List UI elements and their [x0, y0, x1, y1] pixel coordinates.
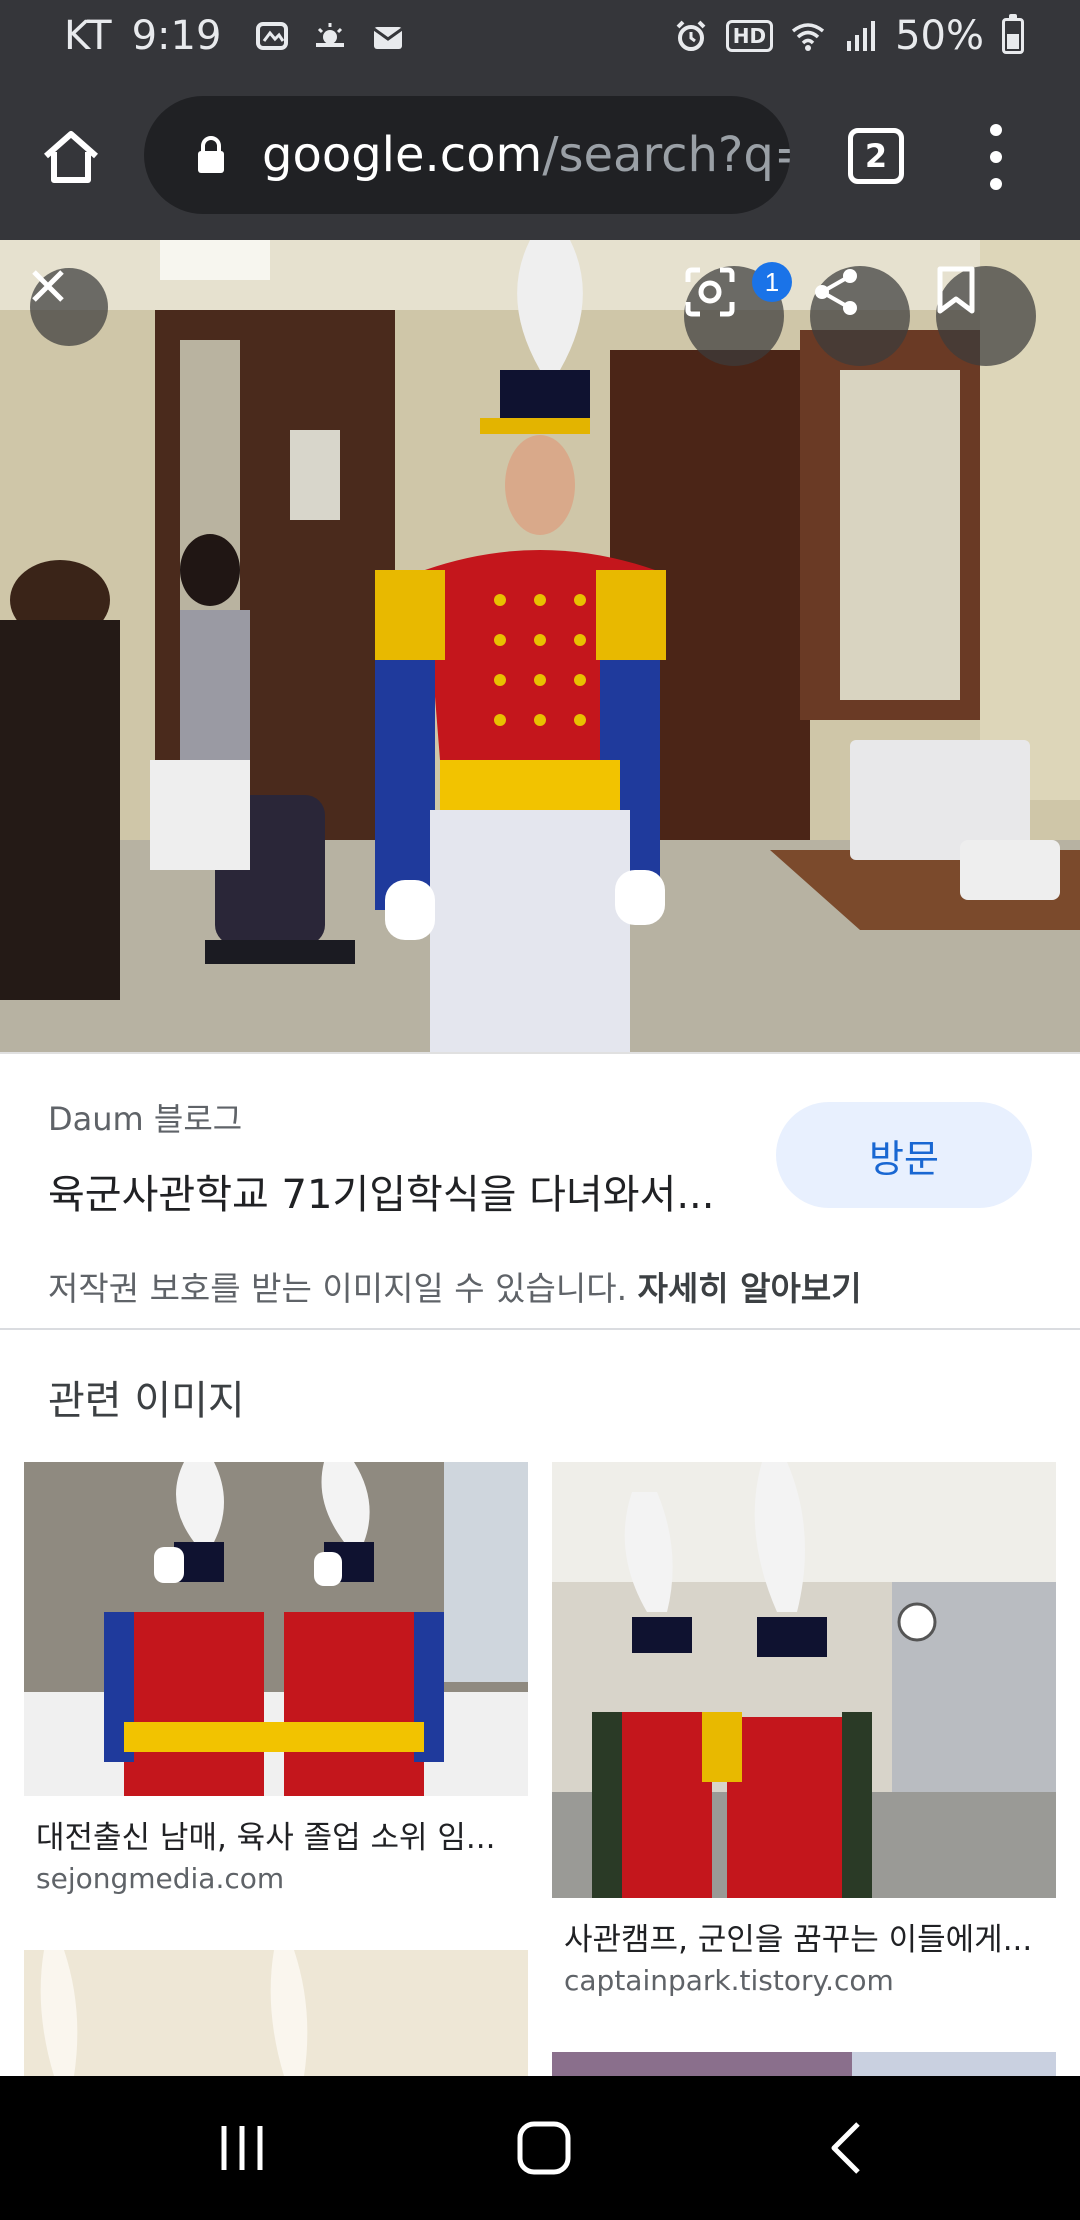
- url-host: google.com: [262, 127, 543, 183]
- result-title[interactable]: 육군사관학교 71기입학식을 다녀와서...: [48, 1162, 738, 1220]
- related-domain-1: sejongmedia.com: [36, 1862, 285, 1895]
- copyright-text: 저작권 보호를 받는 이미지일 수 있습니다.: [48, 1269, 628, 1308]
- share-icon[interactable]: [810, 266, 910, 366]
- browser-toolbar: google.com/search?q= 2: [0, 72, 1080, 240]
- hd-icon: HD: [725, 20, 774, 52]
- related-domain-2: captainpark.tistory.com: [564, 1964, 894, 1997]
- result-info: Daum 블로그 육군사관학교 71기입학식을 다녀와서... 방문 저작권 보…: [0, 1052, 1080, 1330]
- wifi-icon: [792, 23, 825, 51]
- section-divider: [0, 1328, 1080, 1330]
- preview-image[interactable]: 1: [0, 240, 1080, 1052]
- tabs-icon[interactable]: 2: [848, 128, 904, 184]
- home-nav-icon[interactable]: [508, 2112, 580, 2184]
- carrier-label: KT: [64, 13, 112, 59]
- alarm-icon: [676, 20, 706, 51]
- status-left: KT 9:19: [64, 13, 405, 59]
- battery-fill: [1007, 34, 1019, 49]
- mail-icon: [373, 27, 404, 49]
- status-bar: KT 9:19 HD 50%: [0, 0, 1080, 72]
- recents-icon[interactable]: [206, 2112, 278, 2184]
- preview-photo: [0, 240, 1080, 1052]
- related-thumbnail-2[interactable]: [552, 1462, 1056, 1898]
- gallery-icon: [256, 22, 289, 50]
- address-bar[interactable]: google.com/search?q=: [144, 96, 790, 214]
- related-thumbnail-1[interactable]: [24, 1462, 528, 1796]
- close-icon[interactable]: [30, 268, 108, 346]
- visit-button[interactable]: 방문: [776, 1102, 1032, 1208]
- back-icon[interactable]: [810, 2112, 882, 2184]
- related-thumbnail-3[interactable]: [24, 1950, 528, 2076]
- lock-icon[interactable]: [196, 135, 226, 175]
- learn-more-link[interactable]: 자세히 알아보기: [638, 1269, 862, 1308]
- copyright-notice: 저작권 보호를 받는 이미지일 수 있습니다. 자세히 알아보기: [48, 1262, 862, 1310]
- status-right: HD 50%: [674, 13, 1024, 59]
- home-icon[interactable]: [40, 126, 102, 188]
- clock: 9:19: [131, 13, 222, 59]
- related-caption-1[interactable]: 대전출신 남매, 육사 졸업 소위 임...: [36, 1812, 516, 1857]
- related-caption-2[interactable]: 사관캠프, 군인을 꿈꾸는 이들에게...: [564, 1914, 1044, 1959]
- notification-icons: [255, 19, 405, 53]
- weather-icon: [316, 23, 345, 47]
- system-nav-bar: [0, 2076, 1080, 2220]
- related-thumbnail-4[interactable]: [552, 2052, 1056, 2076]
- related-heading: 관련 이미지: [48, 1378, 245, 1424]
- more-vert-icon[interactable]: [980, 124, 1012, 190]
- bookmark-icon[interactable]: [936, 266, 1036, 366]
- lens-badge: 1: [752, 262, 792, 302]
- battery-percent: 50%: [895, 13, 984, 59]
- battery-icon: [1002, 14, 1024, 54]
- url-path: /search?q=: [542, 127, 790, 183]
- source-name[interactable]: Daum 블로그: [48, 1094, 242, 1140]
- signal-icon: [847, 21, 876, 51]
